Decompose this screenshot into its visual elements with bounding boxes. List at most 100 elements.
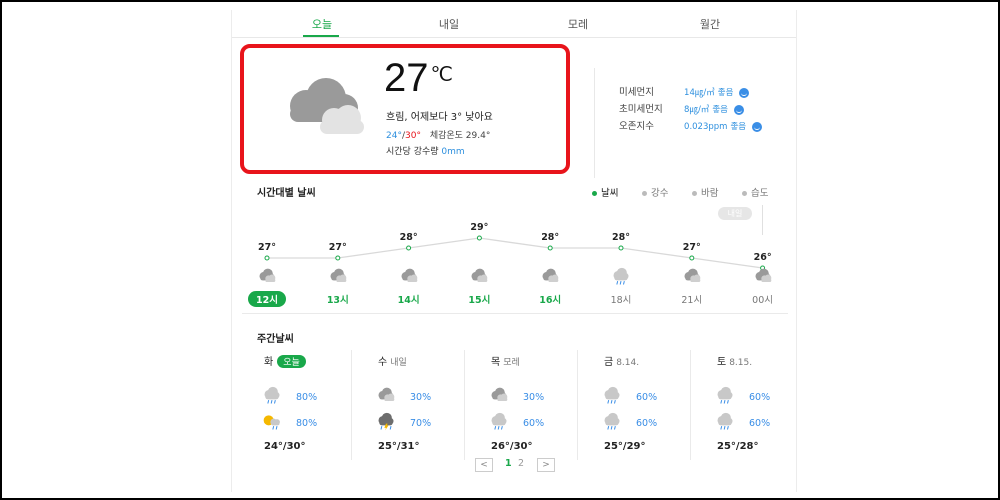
cloudy-icon bbox=[489, 386, 509, 410]
day-header: 토 8.15. bbox=[717, 353, 752, 368]
legend-weather[interactable]: 날씨 bbox=[592, 185, 618, 199]
temperature-point bbox=[547, 245, 553, 251]
hour-time-label: 12시 bbox=[248, 291, 286, 307]
legend-wind[interactable]: 바람 bbox=[692, 185, 718, 199]
hour-time-label: 13시 bbox=[326, 295, 349, 306]
pm-precip: 60% bbox=[749, 418, 771, 429]
day-column[interactable]: 수 내일 30% 70% 25°/31° bbox=[351, 350, 464, 460]
hour-time-label: 15시 bbox=[468, 295, 491, 306]
feels-like: 체감온도 29.4° bbox=[429, 131, 491, 141]
hour-column: 27° bbox=[237, 242, 297, 253]
rain-icon bbox=[715, 386, 735, 410]
air-label: 초미세먼지 bbox=[619, 104, 663, 115]
legend-precip[interactable]: 강수 bbox=[642, 185, 668, 199]
temperature-point bbox=[406, 245, 412, 251]
sun-rain-icon bbox=[262, 412, 282, 436]
temp-value: 27 bbox=[384, 56, 429, 100]
weather-panel: 오늘 내일 모레 월간 27 ℃ 흐림, 어제보다 3° 낮아요 24°/30° … bbox=[231, 10, 797, 492]
tab-today[interactable]: 오늘 bbox=[292, 16, 352, 32]
low-high-feels: 24°/30° 체감온도 29.4° bbox=[386, 128, 490, 141]
legend-label: 습도 bbox=[751, 188, 769, 199]
hour-time: 00시 bbox=[733, 288, 793, 307]
temperature-point bbox=[264, 255, 270, 261]
am-precip: 60% bbox=[636, 392, 658, 403]
hour-temp: 27° bbox=[328, 242, 347, 253]
temp-unit: ℃ bbox=[430, 64, 453, 86]
day-name: 목 bbox=[491, 357, 501, 368]
weather-summary: 흐림, 어제보다 3° 낮아요 bbox=[386, 112, 493, 123]
hour-time-label: 00시 bbox=[752, 295, 774, 306]
today-badge: 오늘 bbox=[277, 355, 306, 368]
rain-icon bbox=[489, 412, 509, 436]
hour-time-label: 14시 bbox=[397, 295, 420, 306]
cloudy-icon bbox=[290, 78, 364, 134]
day-temps: 25°/28° bbox=[717, 441, 759, 452]
pm-precip: 60% bbox=[636, 418, 658, 429]
hour-column: 27° bbox=[662, 242, 722, 253]
day-sub: 8.15. bbox=[729, 358, 753, 368]
hour-temp: 26° bbox=[753, 252, 772, 263]
temperature-point bbox=[476, 235, 482, 241]
pm-precip: 80% bbox=[296, 418, 318, 429]
low-temp: 24° bbox=[386, 131, 402, 141]
air-quality: 미세먼지 14㎍/㎥ 좋음 초미세먼지 8㎍/㎥ 좋음 오존지수 0.023pp… bbox=[594, 68, 794, 178]
pm-precip: 60% bbox=[523, 418, 545, 429]
day-temps: 24°/30° bbox=[264, 441, 306, 452]
day-name: 화 bbox=[264, 357, 274, 368]
day-header: 목 모레 bbox=[491, 353, 520, 368]
hour-time-label: 18시 bbox=[610, 295, 632, 306]
smile-icon bbox=[752, 121, 763, 132]
hour-temp: 29° bbox=[470, 222, 489, 233]
section-divider bbox=[242, 313, 788, 314]
rain-icon bbox=[602, 386, 622, 410]
day-sub: 모레 bbox=[503, 358, 520, 368]
tab-tomorrow[interactable]: 내일 bbox=[419, 16, 479, 32]
day-column[interactable]: 목 모레 30% 60% 26°/30° bbox=[464, 350, 577, 460]
hour-time: 13시 bbox=[308, 288, 368, 307]
day-temps: 25°/29° bbox=[604, 441, 646, 452]
hour-temp: 28° bbox=[541, 232, 560, 243]
legend-label: 강수 bbox=[651, 188, 669, 199]
day-temps: 26°/30° bbox=[491, 441, 533, 452]
page-2[interactable]: 2 bbox=[518, 458, 524, 469]
pm-precip: 70% bbox=[410, 418, 432, 429]
air-row-ozone[interactable]: 오존지수 0.023ppm 좋음 bbox=[619, 118, 763, 132]
day-column[interactable]: 화 오늘 80% 80% 24°/30° bbox=[238, 350, 351, 460]
cloudy-icon bbox=[376, 386, 396, 410]
legend-humidity[interactable]: 습도 bbox=[742, 185, 768, 199]
rain-value: 0mm bbox=[441, 147, 465, 157]
current-weather-highlight: 27 ℃ 흐림, 어제보다 3° 낮아요 24°/30° 체감온도 29.4° 시… bbox=[240, 44, 570, 174]
air-grade: 좋음 bbox=[717, 88, 734, 98]
thunder-rain-icon bbox=[376, 412, 396, 436]
rain-icon bbox=[262, 386, 282, 410]
day-sub: 내일 bbox=[390, 358, 407, 368]
day-header: 수 내일 bbox=[378, 353, 407, 368]
hour-column: 27° bbox=[308, 242, 368, 253]
hour-time: 18시 bbox=[591, 288, 651, 307]
am-precip: 30% bbox=[523, 392, 545, 403]
temperature-point bbox=[618, 245, 624, 251]
air-label: 오존지수 bbox=[619, 121, 654, 132]
air-value: 0.023ppm bbox=[684, 122, 728, 132]
page-1[interactable]: 1 bbox=[505, 458, 512, 469]
temperature-point bbox=[335, 255, 341, 261]
am-precip: 80% bbox=[296, 392, 318, 403]
air-label: 미세먼지 bbox=[619, 87, 654, 98]
temperature-point bbox=[689, 255, 695, 261]
tab-monthly[interactable]: 월간 bbox=[680, 16, 740, 32]
day-column[interactable]: 토 8.15. 60% 60% 25°/28° bbox=[690, 350, 803, 460]
day-header: 금 8.14. bbox=[604, 353, 639, 368]
hour-column: 26° bbox=[733, 252, 793, 263]
hour-temp: 28° bbox=[612, 232, 630, 243]
hour-time: 12시 bbox=[237, 288, 297, 307]
rain-label: 시간당 강수량 bbox=[386, 147, 439, 157]
day-column[interactable]: 금 8.14. 60% 60% 25°/29° bbox=[577, 350, 690, 460]
legend-label: 바람 bbox=[701, 188, 719, 199]
air-row-pm25[interactable]: 초미세먼지 8㎍/㎥ 좋음 bbox=[619, 101, 745, 115]
next-page-button[interactable]: > bbox=[537, 458, 555, 472]
hour-column: 29° bbox=[449, 222, 509, 233]
tab-day-after[interactable]: 모레 bbox=[548, 16, 608, 32]
legend-label: 날씨 bbox=[601, 188, 619, 199]
air-row-pm10[interactable]: 미세먼지 14㎍/㎥ 좋음 bbox=[619, 84, 750, 98]
prev-page-button[interactable]: < bbox=[475, 458, 493, 472]
